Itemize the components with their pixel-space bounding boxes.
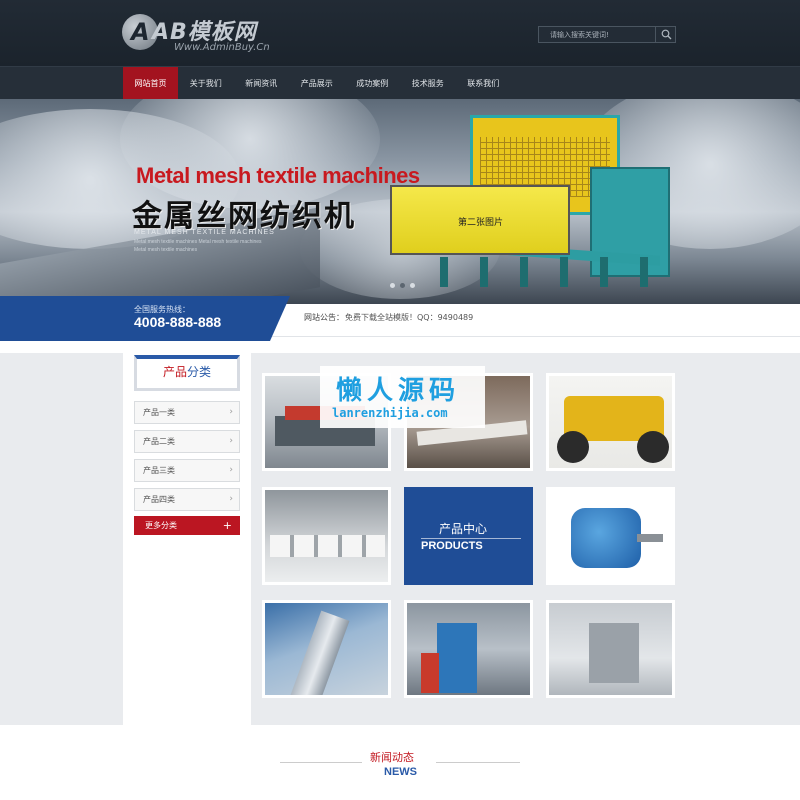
nav-item-2[interactable]: 关于我们 [178,67,234,100]
category-item-3[interactable]: 产品三类 › [134,459,240,482]
category-heading-b: 分类 [187,365,212,379]
product-tile-8[interactable] [546,600,675,698]
divider [421,538,521,539]
pipe-shape [290,610,350,695]
product-tile-6[interactable] [262,600,391,698]
nav-item-5[interactable]: 成功案例 [345,67,401,100]
notice-text[interactable]: 免费下载全站模版！QQ：9490489 [345,312,473,323]
more-categories-button[interactable]: 更多分类 + [134,516,240,535]
watermark-en: lanrenzhijia.com [332,406,448,420]
machine-shape [589,623,639,683]
products-center-tile[interactable]: 产品中心 PRODUCTS [404,487,533,585]
main-nav: 网站首页 关于我们 新闻资讯 产品展示 成功案例 技术服务 联系我们 [0,66,800,100]
image-caption: 第二张图片 [458,218,504,228]
watermark: 懒人源码 lanrenzhijia.com [320,366,485,428]
machine-row [270,535,385,557]
news-heading-cn: 新闻动态 [370,751,414,764]
banner-subtitle: METAL MESH TEXTILE MACHINES [134,229,275,236]
divider [436,762,520,763]
hotline-bar: 全国服务热线： 4008-888-888 网站公告： 免费下载全站模版！QQ：9… [0,296,800,341]
nav-item-6[interactable]: 技术服务 [400,67,456,100]
category-label: 产品三类 [143,466,175,475]
category-item-4[interactable]: 产品四类 › [134,488,240,511]
hero-banner[interactable]: Metal mesh textile machines 金属丝网纺织机 META… [0,99,800,304]
slider-dot-2[interactable] [400,283,405,288]
plus-icon: + [222,519,232,532]
search-icon [661,29,672,40]
wheel-shape [557,431,589,463]
notice-label: 网站公告： [304,313,344,322]
product-tile-7[interactable] [404,600,533,698]
search-button[interactable] [655,27,675,42]
search-input[interactable] [539,27,655,42]
machine-base: 第二张图片 [390,185,570,255]
hotline-phone: 4008-888-888 [134,314,222,330]
nav-item-4[interactable]: 产品展示 [289,67,345,100]
slider-dot-1[interactable] [390,283,395,288]
chevron-right-icon: › [229,436,233,446]
nav-item-7[interactable]: 联系我们 [456,67,512,100]
machine-shape [437,623,477,693]
category-label: 产品一类 [143,408,175,417]
motor-shaft [637,534,663,542]
category-heading: 产品分类 [134,355,240,391]
wheel-shape [637,431,669,463]
products-center-cn: 产品中心 [439,522,488,536]
search-box [538,26,676,43]
watermark-cn: 懒人源码 [336,376,461,406]
category-heading-a: 产品 [162,365,187,379]
nav-item-1[interactable]: 网站首页 [123,67,178,100]
product-tile-3[interactable] [546,373,675,471]
banner-small-line-2: Metal mesh textile machines [134,247,198,253]
banner-title-en: Metal mesh textile machines [136,163,420,188]
machine-shape [421,653,439,693]
news-heading-en: NEWS [384,766,417,778]
banner-small-line-1: Metal mesh textile machines Metal mesh t… [134,239,262,245]
category-item-1[interactable]: 产品一类 › [134,401,240,424]
slider-dots [390,283,420,289]
chevron-right-icon: › [229,407,233,417]
category-label: 产品四类 [143,495,175,504]
logo[interactable]: A AB模板网 Www.AdminBuy.Cn [122,10,292,58]
chevron-right-icon: › [229,494,233,504]
slider-dot-3[interactable] [410,283,415,288]
divider [280,762,362,763]
products-center-en: PRODUCTS [421,540,483,552]
logo-subtitle: Www.AdminBuy.Cn [174,42,270,53]
product-tile-5[interactable] [546,487,675,585]
nav-item-3[interactable]: 新闻资讯 [234,67,290,100]
more-label: 更多分类 [145,521,177,530]
product-tile-4[interactable] [262,487,391,585]
logo-mark-letter: A [131,18,150,46]
machine-image: 第二张图片 [380,107,680,297]
motor-body [571,508,641,568]
header: A AB模板网 Www.AdminBuy.Cn [0,0,800,66]
category-item-2[interactable]: 产品二类 › [134,430,240,453]
chevron-right-icon: › [229,465,233,475]
machine-legs [440,257,670,287]
nav-items: 网站首页 关于我们 新闻资讯 产品展示 成功案例 技术服务 联系我们 [123,67,511,100]
category-label: 产品二类 [143,437,175,446]
